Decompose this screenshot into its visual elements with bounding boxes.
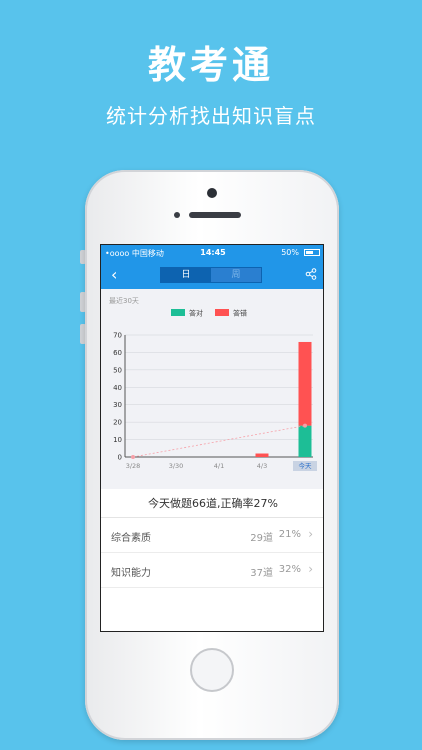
period-segment: 日 周 bbox=[160, 267, 262, 283]
sensor bbox=[174, 212, 180, 218]
tab-week[interactable]: 周 bbox=[211, 268, 261, 282]
trend-line bbox=[132, 425, 306, 458]
chart-legend: 答对 答错 bbox=[171, 309, 247, 318]
bar-wrong bbox=[298, 341, 312, 426]
back-icon[interactable]: ‹ bbox=[111, 265, 117, 284]
stats-chart: 最近30天 答对 答错 0 10 20 30 40 50 60 70 3/28 3/30 4/1 4/3… bbox=[101, 289, 323, 489]
battery-icon bbox=[304, 249, 320, 256]
x-tick-label[interactable]: 4/3 bbox=[257, 462, 267, 470]
y-tick-label: 50 bbox=[113, 366, 122, 374]
trend-point bbox=[303, 423, 307, 428]
y-tick-label: 30 bbox=[113, 401, 122, 409]
share-icon[interactable] bbox=[305, 268, 317, 280]
accuracy-rate: 32% bbox=[278, 564, 301, 575]
bar-wrong bbox=[255, 453, 269, 457]
tab-day[interactable]: 日 bbox=[161, 268, 211, 282]
daily-summary: 今天做题66道,正确率27% bbox=[148, 497, 278, 510]
y-tick-label: 0 bbox=[118, 454, 122, 462]
legend-label: 答对 bbox=[189, 309, 203, 318]
list-item[interactable]: 综合素质 29道 21% › bbox=[101, 518, 323, 553]
category-list: 综合素质 29道 21% › 知识能力 37道 32% › bbox=[101, 517, 323, 588]
x-tick-label[interactable]: 今天 bbox=[299, 461, 313, 470]
chart-caption: 最近30天 bbox=[109, 296, 139, 305]
chevron-right-icon: › bbox=[308, 527, 313, 541]
y-tick-label: 70 bbox=[113, 332, 122, 340]
chevron-right-icon: › bbox=[308, 562, 313, 576]
x-tick-label[interactable]: 4/1 bbox=[214, 462, 224, 470]
list-item[interactable]: 知识能力 37道 32% › bbox=[101, 553, 323, 588]
legend-swatch bbox=[215, 309, 229, 316]
app-screen: •oooo 中国移动 14:45 50% ‹ 日 周 最近30天 答对 答错 0… bbox=[100, 244, 324, 632]
y-tick-label: 60 bbox=[113, 349, 122, 357]
x-tick-label[interactable]: 3/30 bbox=[169, 462, 184, 470]
trend-point bbox=[131, 455, 135, 459]
battery-percent: 50% bbox=[281, 248, 299, 257]
status-bar: •oooo 中国移动 14:45 50% bbox=[101, 245, 323, 261]
y-tick-label: 20 bbox=[113, 419, 122, 427]
phone-frame: •oooo 中国移动 14:45 50% ‹ 日 周 最近30天 答对 答错 0… bbox=[85, 170, 339, 740]
nav-bar: ‹ 日 周 bbox=[101, 261, 323, 289]
question-count: 29道 bbox=[250, 533, 273, 544]
y-tick-label: 40 bbox=[113, 384, 122, 392]
question-count: 37道 bbox=[250, 568, 273, 579]
bar-correct bbox=[298, 425, 312, 457]
front-camera bbox=[207, 188, 217, 198]
y-tick-label: 10 bbox=[113, 436, 122, 444]
x-tick-label[interactable]: 3/28 bbox=[126, 462, 141, 470]
bar-chart: 最近30天 答对 答错 0 10 20 30 40 50 60 70 3/28 3/30 4/1 4/3… bbox=[109, 296, 317, 471]
legend-label: 答错 bbox=[233, 309, 247, 318]
accuracy-rate: 21% bbox=[278, 529, 301, 540]
tagline: 统计分析找出知识盲点 bbox=[106, 104, 316, 128]
category-name: 综合素质 bbox=[111, 533, 151, 544]
home-button[interactable] bbox=[190, 648, 234, 692]
category-name: 知识能力 bbox=[111, 568, 151, 579]
headline: 教考通 bbox=[147, 43, 274, 87]
speaker bbox=[189, 212, 241, 218]
legend-swatch bbox=[171, 309, 185, 316]
